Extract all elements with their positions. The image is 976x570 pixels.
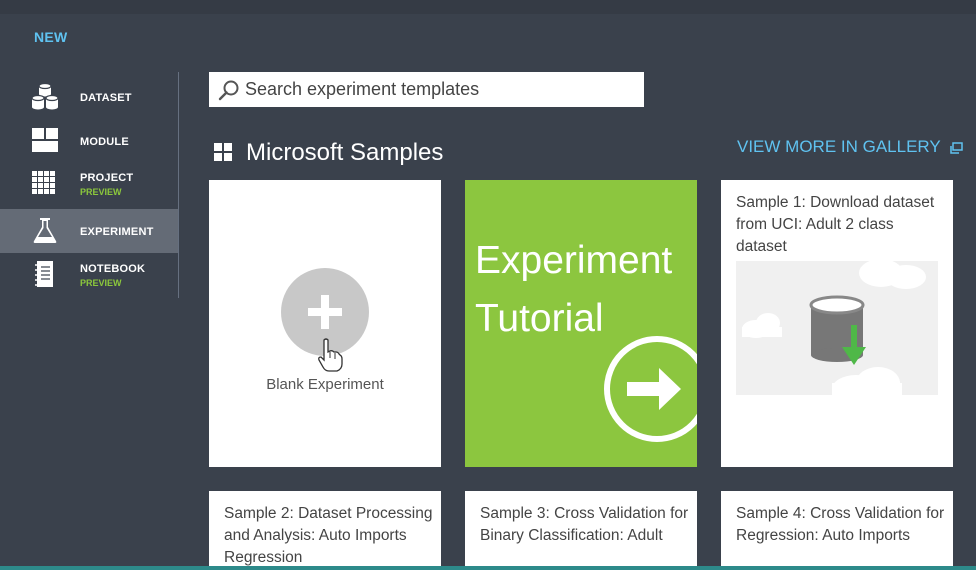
sidebar-item-experiment[interactable]: EXPERIMENT — [0, 209, 178, 253]
search-input[interactable] — [245, 72, 635, 107]
preview-badge: PREVIEW — [80, 187, 122, 197]
preview-badge: PREVIEW — [80, 278, 122, 288]
sample-title: Sample 1: Download dataset from UCI: Adu… — [736, 194, 935, 255]
search-icon — [218, 80, 239, 101]
sidebar-item-label: MODULE — [80, 136, 129, 148]
grid-icon — [214, 143, 232, 161]
sidebar-item-label: EXPERIMENT — [80, 226, 154, 238]
sidebar-item-module[interactable]: MODULE — [0, 119, 178, 163]
sample-3-tile[interactable]: Sample 3: Cross Validation for Binary Cl… — [465, 491, 697, 570]
tutorial-line1: Experiment — [475, 239, 673, 282]
dataset-icon — [31, 82, 59, 110]
project-icon — [32, 171, 55, 194]
module-icon — [32, 128, 58, 152]
sidebar-item-label: PROJECT — [80, 172, 134, 184]
blank-experiment-tile[interactable]: Blank Experiment — [209, 180, 441, 467]
blank-experiment-label: Blank Experiment — [266, 376, 384, 393]
sidebar-item-label: DATASET — [80, 92, 132, 104]
sidebar: DATASET MODULE PROJECT PREVIEW EXPERIMEN… — [0, 72, 179, 298]
arrow-right-circle-icon — [604, 336, 697, 442]
tutorial-title: Experiment Tutorial — [475, 232, 672, 348]
sample-title: Sample 2: Dataset Processing and Analysi… — [224, 505, 433, 566]
sample-title: Sample 4: Cross Validation for Regressio… — [736, 505, 945, 544]
hand-cursor-icon — [318, 338, 343, 372]
experiment-flask-icon — [33, 218, 57, 243]
search-box — [209, 72, 644, 107]
sidebar-item-dataset[interactable]: DATASET — [0, 75, 178, 119]
bottom-strip — [0, 566, 976, 570]
sidebar-item-label: NOTEBOOK — [80, 263, 146, 275]
sample-2-tile[interactable]: Sample 2: Dataset Processing and Analysi… — [209, 491, 441, 570]
section-title: Microsoft Samples — [246, 139, 444, 166]
view-more-label: VIEW MORE IN GALLERY — [737, 137, 941, 156]
notebook-icon — [35, 261, 53, 287]
top-bar — [0, 0, 976, 14]
sample-title: Sample 3: Cross Validation for Binary Cl… — [480, 505, 689, 544]
dataset-download-image — [736, 259, 938, 403]
sidebar-item-notebook[interactable]: NOTEBOOK PREVIEW — [0, 253, 178, 297]
sample-4-tile[interactable]: Sample 4: Cross Validation for Regressio… — [721, 491, 953, 570]
external-link-icon — [950, 141, 963, 154]
cloud-database-illustration — [742, 259, 926, 403]
sidebar-item-project[interactable]: PROJECT PREVIEW — [0, 162, 178, 206]
experiment-tutorial-tile[interactable]: Experiment Tutorial — [465, 180, 697, 467]
new-heading: NEW — [34, 29, 68, 45]
sample-1-tile[interactable]: Sample 1: Download dataset from UCI: Adu… — [721, 180, 953, 467]
view-more-gallery-link[interactable]: VIEW MORE IN GALLERY — [737, 137, 963, 157]
